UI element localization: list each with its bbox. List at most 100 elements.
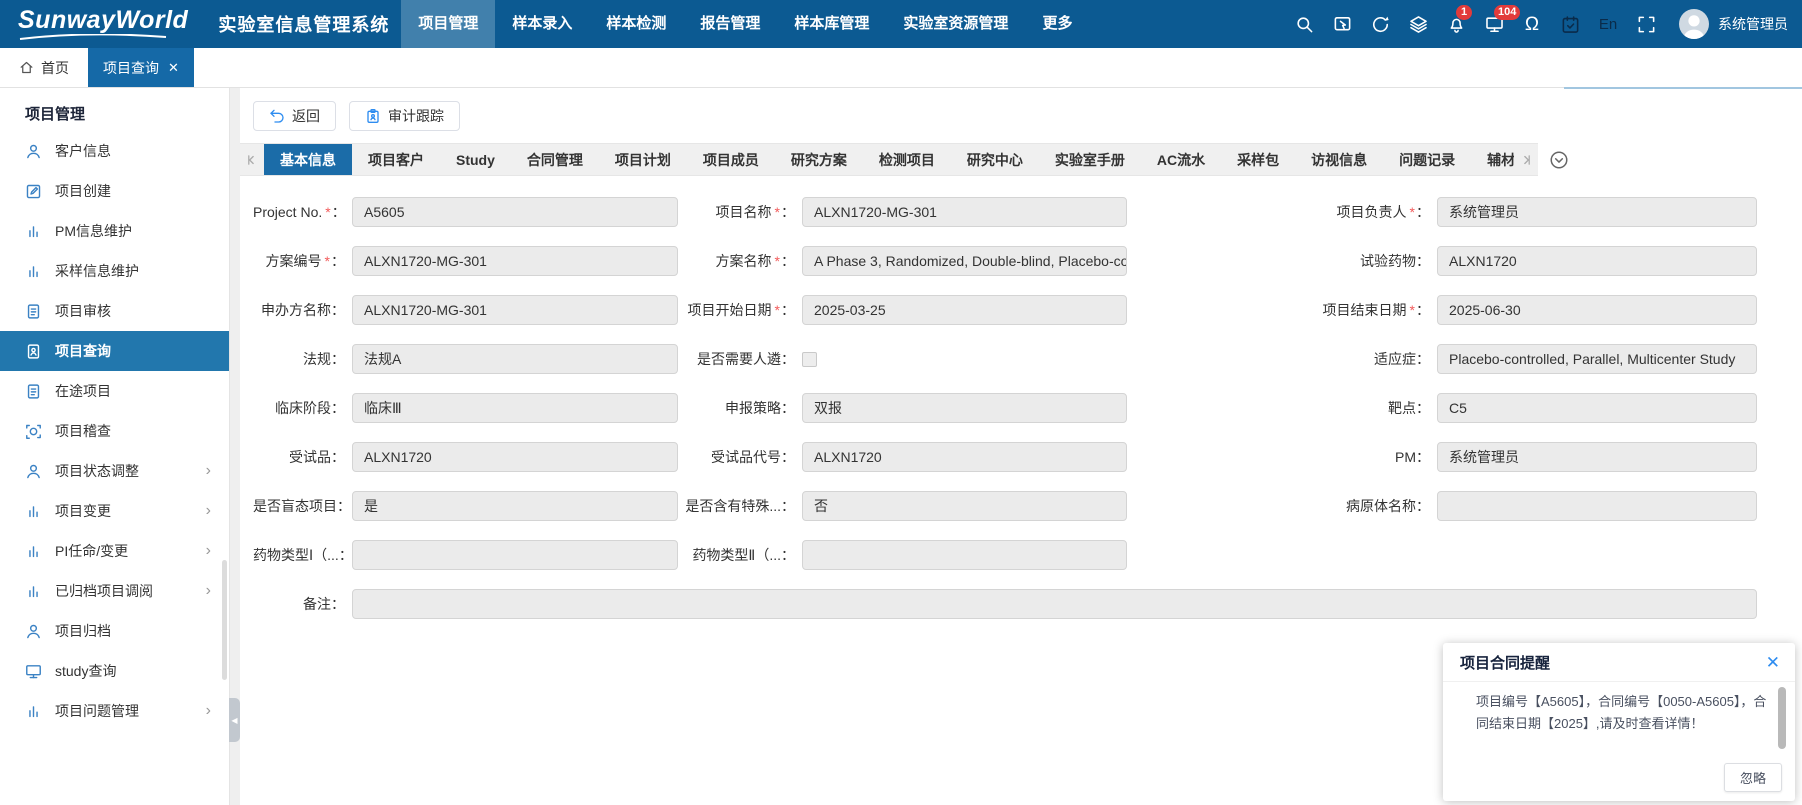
detail-tab-12[interactable]: 采样包	[1221, 144, 1295, 175]
input-field-22[interactable]	[352, 540, 678, 570]
fullscreen-icon[interactable]	[1635, 13, 1657, 35]
input-field-5[interactable]: A Phase 3, Randomized, Double-blind, Pla…	[802, 246, 1127, 276]
sidebar-item-2[interactable]: 项目创建	[0, 171, 229, 211]
checkbox-field-11[interactable]	[802, 352, 817, 367]
detail-tab-9[interactable]: 研究中心	[951, 144, 1039, 175]
calendar-icon[interactable]	[1559, 13, 1581, 35]
field-label: 适应症：	[1134, 349, 1430, 369]
language-toggle[interactable]: En	[1597, 13, 1619, 35]
nav-item-2[interactable]: 样本录入	[495, 0, 589, 48]
popup-close-icon[interactable]: ✕	[1766, 654, 1780, 671]
input-field-7[interactable]: ALXN1720-MG-301	[352, 295, 678, 325]
tabs-scroll-left-icon[interactable]	[240, 144, 264, 175]
detail-tab-7[interactable]: 研究方案	[775, 144, 863, 175]
sidebar-item-11[interactable]: PI任命/变更›	[0, 531, 229, 571]
nav-item-4[interactable]: 报告管理	[683, 0, 777, 48]
input-field-24[interactable]	[352, 589, 1757, 619]
input-field-20[interactable]: 否	[802, 491, 1127, 521]
ignore-button[interactable]: 忽略	[1724, 763, 1782, 792]
sidebar-item-8[interactable]: 项目稽查	[0, 411, 229, 451]
required-asterisk: *	[1410, 302, 1415, 318]
input-field-9[interactable]: 2025-06-30	[1437, 295, 1757, 325]
notifications-icon[interactable]: 1	[1445, 13, 1467, 35]
report-icon[interactable]	[1331, 13, 1353, 35]
tab-project-query[interactable]: 项目查询 ✕	[88, 48, 194, 87]
sidebar-item-13[interactable]: 项目归档	[0, 611, 229, 651]
nav-item-5[interactable]: 样本库管理	[777, 0, 886, 48]
tabs-dropdown-icon[interactable]	[1549, 150, 1569, 170]
audit-trail-button[interactable]: 审计跟踪	[349, 101, 460, 131]
input-field-1[interactable]: A5605	[352, 197, 678, 227]
popup-message: 项目编号【A5605】，合同编号【0050-A5605】，合同结束日期【2025…	[1476, 694, 1766, 731]
input-field-6[interactable]: ALXN1720	[1437, 246, 1757, 276]
input-field-19[interactable]: 是	[352, 491, 678, 521]
omega-icon[interactable]: Ω	[1521, 13, 1543, 35]
tabs-scroll-right-icon[interactable]	[1514, 144, 1538, 175]
input-field-21[interactable]	[1437, 491, 1757, 521]
chart-icon	[25, 703, 42, 720]
sidebar-scrollbar[interactable]	[222, 560, 227, 680]
sidebar-item-label: 项目归档	[55, 621, 111, 641]
sidebar-item-5[interactable]: 项目审核	[0, 291, 229, 331]
input-field-13[interactable]: 临床Ⅲ	[352, 393, 678, 423]
detail-tab-1[interactable]: 基本信息	[264, 144, 352, 175]
sidebar-item-9[interactable]: 项目状态调整›	[0, 451, 229, 491]
sidebar-item-label: 项目稽查	[55, 421, 111, 441]
detail-tab-13[interactable]: 访视信息	[1295, 144, 1383, 175]
input-field-14[interactable]: 双报	[802, 393, 1127, 423]
layers-icon[interactable]	[1407, 13, 1429, 35]
field-label: 靶点：	[1134, 398, 1430, 418]
sidebar-collapse-handle[interactable]: ◀	[229, 698, 240, 742]
nav-item-6[interactable]: 实验室资源管理	[886, 0, 1025, 48]
detail-tab-15[interactable]: 辅材信	[1471, 144, 1514, 175]
detail-tab-10[interactable]: 实验室手册	[1039, 144, 1141, 175]
sidebar-item-4[interactable]: 采样信息维护	[0, 251, 229, 291]
close-tab-icon[interactable]: ✕	[168, 61, 179, 74]
search-icon[interactable]	[1293, 13, 1315, 35]
nav-item-1[interactable]: 项目管理	[401, 0, 495, 48]
detail-tab-14[interactable]: 问题记录	[1383, 144, 1471, 175]
detail-tab-3[interactable]: Study	[440, 144, 511, 175]
input-field-18[interactable]: 系统管理员	[1437, 442, 1757, 472]
field-label: 项目结束日期*：	[1134, 300, 1430, 320]
field-label: 项目开始日期*：	[685, 300, 795, 320]
field-label: 病原体名称：	[1134, 496, 1430, 516]
detail-tab-2[interactable]: 项目客户	[352, 144, 440, 175]
field-label: 受试品代号：	[685, 447, 795, 467]
sidebar-item-6[interactable]: 项目查询	[0, 331, 229, 371]
navbar-icon-group: 1 104 Ω En	[1293, 13, 1657, 35]
input-field-17[interactable]: ALXN1720	[802, 442, 1127, 472]
sidebar-item-12[interactable]: 已归档项目调阅›	[0, 571, 229, 611]
chart-icon	[25, 583, 42, 600]
sidebar-item-14[interactable]: study查询	[0, 651, 229, 691]
input-field-10[interactable]: 法规A	[352, 344, 678, 374]
input-field-15[interactable]: C5	[1437, 393, 1757, 423]
sidebar-item-1[interactable]: 客户信息	[0, 131, 229, 171]
required-asterisk: *	[775, 302, 780, 318]
detail-tab-6[interactable]: 项目成员	[687, 144, 775, 175]
sidebar-item-3[interactable]: PM信息维护	[0, 211, 229, 251]
detail-tab-4[interactable]: 合同管理	[511, 144, 599, 175]
refresh-icon[interactable]	[1369, 13, 1391, 35]
detail-tab-5[interactable]: 项目计划	[599, 144, 687, 175]
detail-tab-8[interactable]: 检测项目	[863, 144, 951, 175]
input-field-8[interactable]: 2025-03-25	[802, 295, 1127, 325]
input-field-3[interactable]: 系统管理员	[1437, 197, 1757, 227]
input-field-16[interactable]: ALXN1720	[352, 442, 678, 472]
nav-item-7[interactable]: 更多	[1025, 0, 1089, 48]
tab-home[interactable]: 首页	[0, 48, 88, 87]
sidebar-item-15[interactable]: 项目问题管理›	[0, 691, 229, 720]
input-field-4[interactable]: ALXN1720-MG-301	[352, 246, 678, 276]
popup-scrollbar[interactable]	[1778, 687, 1786, 749]
input-field-12[interactable]: Placebo-controlled, Parallel, Multicente…	[1437, 344, 1757, 374]
input-field-23[interactable]	[802, 540, 1127, 570]
nav-item-3[interactable]: 样本检测	[589, 0, 683, 48]
sidebar-item-7[interactable]: 在途项目	[0, 371, 229, 411]
field-label: 项目名称*：	[685, 202, 795, 222]
sidebar-item-10[interactable]: 项目变更›	[0, 491, 229, 531]
message-monitor-icon[interactable]: 104	[1483, 13, 1505, 35]
user-menu[interactable]: 系统管理员	[1679, 9, 1788, 39]
input-field-2[interactable]: ALXN1720-MG-301	[802, 197, 1127, 227]
back-button[interactable]: 返回	[253, 101, 336, 131]
detail-tab-11[interactable]: AC流水	[1141, 144, 1221, 175]
